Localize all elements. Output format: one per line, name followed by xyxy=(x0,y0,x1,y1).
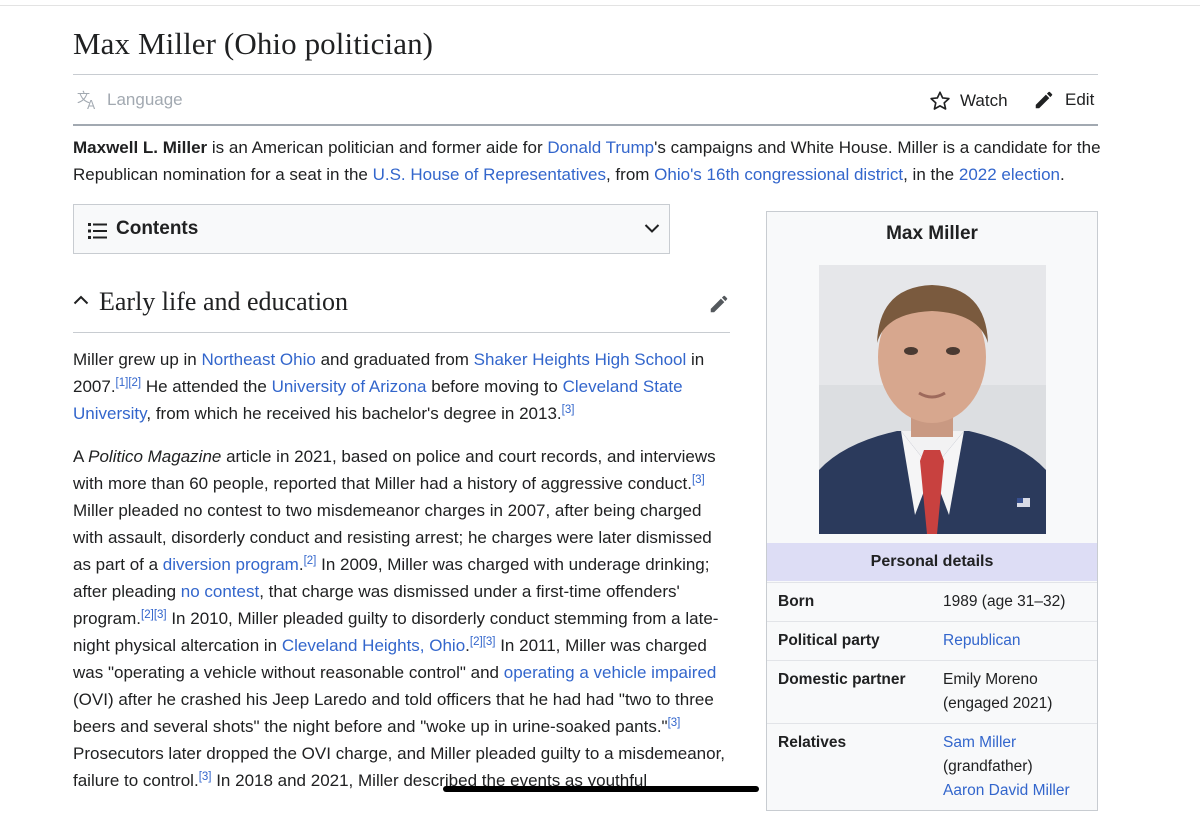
citation-ref[interactable]: [2] xyxy=(304,555,317,567)
chevron-down-icon xyxy=(644,224,660,233)
body-text: A xyxy=(73,447,89,466)
link-us-house[interactable]: U.S. House of Representatives xyxy=(373,165,606,184)
svg-text:A: A xyxy=(87,98,96,110)
list-icon xyxy=(88,223,107,239)
partner-value: Emily Moreno (engaged 2021) xyxy=(943,668,1093,716)
lead-text: is an American politician and former aid… xyxy=(207,138,548,157)
body-text: , from which he received his bachelor's … xyxy=(146,404,562,423)
section-edit-icon[interactable] xyxy=(708,293,730,315)
section-title: Early life and education xyxy=(99,287,349,316)
link-diversion-program[interactable]: diversion program xyxy=(163,555,299,574)
relative-note: (grandfather) xyxy=(943,758,1033,775)
body-text: Miller grew up in xyxy=(73,350,202,369)
link-donald-trump[interactable]: Donald Trump xyxy=(547,138,654,157)
link-2022-election[interactable]: 2022 election xyxy=(959,165,1060,184)
paragraph-early-life: Miller grew up in Northeast Ohio and gra… xyxy=(73,346,733,427)
translate-icon: 文 A xyxy=(77,91,96,110)
infobox: Max Miller Personal details Born 1989 (a… xyxy=(766,211,1098,811)
personal-details-header: Personal details xyxy=(767,543,1097,581)
link-university-of-arizona[interactable]: University of Arizona xyxy=(272,377,427,396)
toolbar-divider xyxy=(73,124,1098,126)
section-header: Early life and education xyxy=(73,283,730,333)
born-value: 1989 (age 31–32) xyxy=(943,593,1066,610)
link-northeast-ohio[interactable]: Northeast Ohio xyxy=(202,350,316,369)
relatives-label: Relatives xyxy=(778,734,847,751)
language-label: Language xyxy=(107,90,183,109)
title-divider xyxy=(73,74,1098,75)
page-toolbar: 文 A Language Watch Edit xyxy=(73,84,1098,118)
chevron-up-icon[interactable] xyxy=(73,294,89,306)
section-body: Miller grew up in Northeast Ohio and gra… xyxy=(73,346,733,810)
body-text: before moving to xyxy=(426,377,563,396)
language-button[interactable]: 文 A Language xyxy=(77,90,183,110)
citation-ref[interactable]: [2][3] xyxy=(141,609,167,621)
relatives-value: Sam Miller (grandfather) Aaron David Mil… xyxy=(943,731,1093,803)
watch-button[interactable]: Watch xyxy=(929,90,1008,112)
home-indicator[interactable] xyxy=(443,786,759,792)
infobox-row-partner: Domestic partner Emily Moreno (engaged 2… xyxy=(767,660,1097,723)
infobox-row-relatives: Relatives Sam Miller (grandfather) Aaron… xyxy=(767,723,1097,814)
infobox-row-born: Born 1989 (age 31–32) xyxy=(767,582,1097,621)
watch-label: Watch xyxy=(960,91,1008,110)
section-divider xyxy=(73,332,730,333)
edit-button[interactable]: Edit xyxy=(1033,89,1094,111)
link-sam-miller[interactable]: Sam Miller xyxy=(943,731,1093,755)
link-shaker-heights-hs[interactable]: Shaker Heights High School xyxy=(474,350,687,369)
pencil-icon xyxy=(1035,91,1053,109)
publication-name: Politico Magazine xyxy=(88,447,222,466)
citation-ref[interactable]: [3] xyxy=(692,474,705,486)
citation-ref[interactable]: [3] xyxy=(199,771,212,783)
party-label: Political party xyxy=(778,632,880,649)
star-icon xyxy=(930,91,950,110)
citation-ref[interactable]: [3] xyxy=(562,404,575,416)
partner-label: Domestic partner xyxy=(778,671,906,688)
top-divider xyxy=(0,5,1200,6)
lead-text: , from xyxy=(605,165,655,184)
lead-paragraph: Maxwell L. Miller is an American politic… xyxy=(73,134,1103,188)
partner-name: Emily Moreno xyxy=(943,671,1038,688)
portrait-photo[interactable] xyxy=(819,265,1046,534)
body-text: (OVI) after he crashed his Jeep Laredo a… xyxy=(73,690,714,736)
link-no-contest[interactable]: no contest xyxy=(181,582,259,601)
lead-text: . xyxy=(1060,165,1065,184)
partner-note: (engaged 2021) xyxy=(943,695,1053,712)
born-label: Born xyxy=(778,593,815,610)
contents-toggle[interactable]: Contents xyxy=(73,204,670,254)
link-ohio-16th-district[interactable]: Ohio's 16th congressional district xyxy=(654,165,903,184)
link-republican[interactable]: Republican xyxy=(943,629,1093,653)
edit-label: Edit xyxy=(1065,90,1095,109)
link-aaron-david-miller[interactable]: Aaron David Miller xyxy=(943,779,1093,803)
personal-details-label: Personal details xyxy=(870,553,994,570)
link-ovi[interactable]: operating a vehicle impaired xyxy=(504,663,717,682)
citation-ref[interactable]: [1][2] xyxy=(116,377,142,389)
page-title: Max Miller (Ohio politician) xyxy=(73,26,434,61)
infobox-row-party: Political party Republican xyxy=(767,621,1097,660)
portrait-illustration xyxy=(819,265,1046,534)
paragraph-conduct: A Politico Magazine article in 2021, bas… xyxy=(73,443,733,794)
lead-text: , in the xyxy=(903,165,959,184)
contents-label: Contents xyxy=(116,218,199,239)
body-text: He attended the xyxy=(141,377,272,396)
link-cleveland-heights[interactable]: Cleveland Heights, Ohio xyxy=(282,636,465,655)
subject-name: Maxwell L. Miller xyxy=(73,138,208,157)
infobox-title: Max Miller xyxy=(886,223,978,244)
citation-ref[interactable]: [3] xyxy=(668,717,681,729)
citation-ref[interactable]: [2][3] xyxy=(470,636,496,648)
body-text: and graduated from xyxy=(315,350,474,369)
